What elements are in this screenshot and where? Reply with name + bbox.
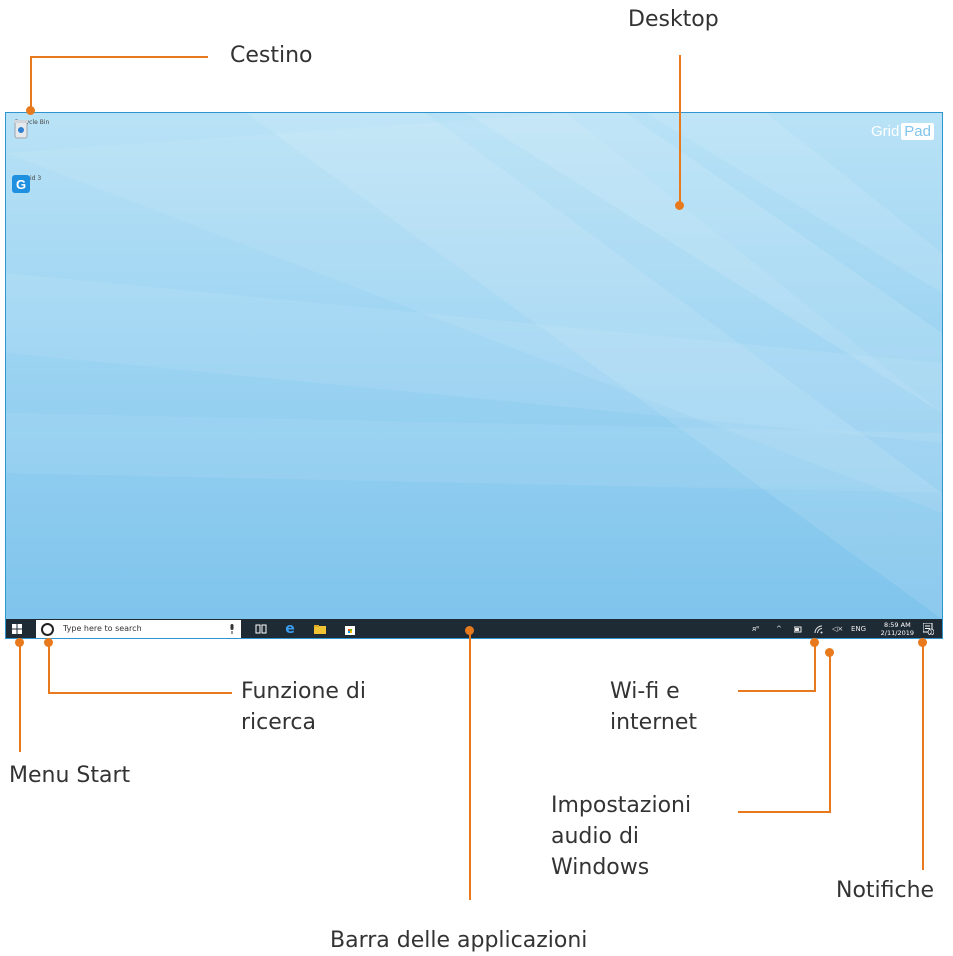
battery-icon[interactable]: [794, 619, 803, 639]
gridpad-logo-part2: Pad: [901, 123, 934, 140]
callout-desktop: Desktop: [628, 7, 719, 32]
taskbar: Type here to search e ᴙᴿ ^ ◁× ENG 8:59 A…: [6, 619, 942, 639]
people-icon[interactable]: ᴙᴿ: [752, 619, 759, 638]
callout-cestino: Cestino: [230, 43, 313, 68]
desktop-icon-grid3[interactable]: G Grid 3: [12, 175, 52, 193]
cortana-icon: [41, 623, 54, 636]
desktop-icon-recycle-bin[interactable]: Recycle Bin: [12, 119, 52, 139]
notification-count: 2: [930, 630, 933, 635]
search-placeholder: Type here to search: [63, 624, 142, 633]
windows-start-icon[interactable]: [12, 624, 22, 634]
store-icon[interactable]: [343, 622, 357, 636]
grid3-icon: G: [12, 175, 30, 193]
gridpad-logo: Grid Pad: [871, 123, 934, 140]
gridpad-logo-part1: Grid: [870, 123, 900, 140]
desktop-background[interactable]: Recycle Bin G Grid 3 Grid Pad: [6, 113, 942, 619]
callout-taskbar: Barra delle applicazioni: [330, 928, 588, 953]
callout-search: Funzione di ricerca: [241, 679, 367, 735]
clock[interactable]: 8:59 AM 2/11/2019: [881, 621, 914, 637]
callout-start: Menu Start: [9, 763, 131, 788]
screen: Recycle Bin G Grid 3 Grid Pad Type here t…: [5, 112, 943, 639]
volume-icon[interactable]: ◁×: [832, 619, 843, 638]
guide-line-cestino: [30, 56, 208, 58]
guide-line-start: [19, 642, 21, 752]
desktop-wallpaper-rays: [6, 113, 942, 619]
task-view-icon[interactable]: [254, 622, 268, 636]
guide-line-notifications: [922, 642, 924, 870]
guide-line-audio-v: [829, 652, 831, 813]
file-explorer-icon[interactable]: [313, 622, 327, 636]
recycle-bin-icon: [14, 120, 28, 139]
search-box[interactable]: Type here to search: [36, 620, 241, 638]
clock-time: 8:59 AM: [883, 621, 911, 629]
callout-notifications: Notifiche: [836, 878, 935, 903]
callout-audio: Impostazioni audio di Windows: [551, 793, 692, 880]
guide-line-wifi-h: [738, 690, 816, 692]
guide-line-search-h: [48, 692, 232, 694]
guide-line-audio-h: [738, 811, 831, 813]
microphone-icon[interactable]: [229, 624, 235, 634]
guide-dot-cestino: [26, 106, 35, 115]
clock-date: 2/11/2019: [880, 629, 914, 637]
guide-line-cestino-v: [30, 56, 32, 110]
notification-center-icon[interactable]: 2: [923, 623, 934, 635]
guide-line-search-v: [48, 642, 50, 694]
guide-line-taskbar: [469, 630, 471, 900]
guide-line-desktop: [679, 55, 681, 203]
chevron-up-icon[interactable]: ^: [776, 619, 782, 638]
edge-icon[interactable]: e: [283, 622, 297, 636]
guide-dot-desktop: [675, 201, 684, 210]
svg-text:G: G: [16, 177, 26, 192]
wifi-icon[interactable]: [814, 619, 823, 639]
callout-wifi: Wi-fi e internet: [610, 679, 697, 735]
guide-line-wifi-v: [814, 642, 816, 692]
language-indicator[interactable]: ENG: [851, 619, 866, 638]
